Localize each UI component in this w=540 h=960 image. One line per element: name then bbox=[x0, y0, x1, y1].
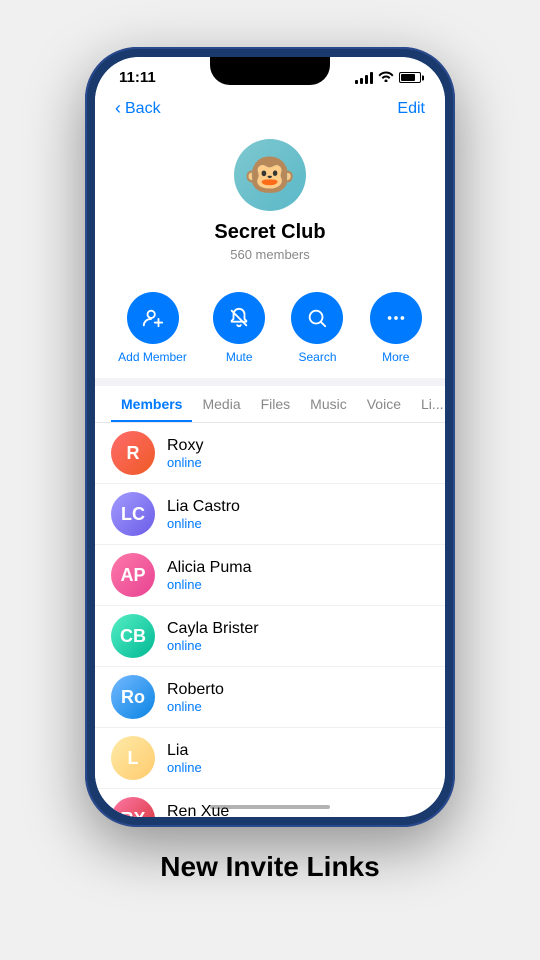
member-row[interactable]: AP Alicia Puma online bbox=[95, 545, 445, 606]
tab-voice[interactable]: Voice bbox=[357, 386, 411, 422]
member-status: online bbox=[167, 638, 259, 653]
member-name: Alicia Puma bbox=[167, 559, 251, 577]
tab-music[interactable]: Music bbox=[300, 386, 357, 422]
member-status: online bbox=[167, 699, 224, 714]
tab-files[interactable]: Files bbox=[251, 386, 301, 422]
tab-members[interactable]: Members bbox=[111, 386, 192, 422]
page-wrapper: 11:11 bbox=[0, 0, 540, 960]
back-label: Back bbox=[125, 100, 161, 118]
more-button[interactable]: More bbox=[370, 292, 422, 364]
phone-inner: 11:11 bbox=[95, 57, 445, 817]
add-member-icon-circle bbox=[127, 292, 179, 344]
search-label: Search bbox=[298, 350, 336, 364]
member-info: Lia Castro online bbox=[167, 498, 240, 531]
member-avatar: LC bbox=[111, 492, 155, 536]
group-avatar: 🐵 bbox=[234, 139, 306, 211]
member-status: online bbox=[167, 455, 203, 470]
member-info: Alicia Puma online bbox=[167, 559, 251, 592]
signal-icon bbox=[355, 72, 373, 84]
member-info: Lia online bbox=[167, 742, 202, 775]
group-avatar-emoji: 🐵 bbox=[244, 154, 296, 196]
search-button[interactable]: Search bbox=[291, 292, 343, 364]
status-time: 11:11 bbox=[119, 69, 156, 86]
add-member-label: Add Member bbox=[118, 350, 187, 364]
back-chevron-icon: ‹ bbox=[115, 98, 121, 119]
member-info: Roberto online bbox=[167, 681, 224, 714]
edit-button[interactable]: Edit bbox=[397, 100, 425, 118]
member-avatar: L bbox=[111, 736, 155, 780]
mute-label: Mute bbox=[226, 350, 253, 364]
member-name: Lia Castro bbox=[167, 498, 240, 516]
back-button[interactable]: ‹ Back bbox=[115, 98, 161, 119]
member-name: Lia bbox=[167, 742, 202, 760]
mute-button[interactable]: Mute bbox=[213, 292, 265, 364]
member-info: Cayla Brister online bbox=[167, 620, 259, 653]
member-status: online bbox=[167, 760, 202, 775]
member-avatar: R bbox=[111, 431, 155, 475]
home-indicator bbox=[210, 805, 330, 809]
member-avatar: RX bbox=[111, 797, 155, 817]
member-row[interactable]: CB Cayla Brister online bbox=[95, 606, 445, 667]
notch bbox=[210, 57, 330, 85]
more-label: More bbox=[382, 350, 409, 364]
status-icons bbox=[355, 70, 421, 85]
member-row[interactable]: Ro Roberto online bbox=[95, 667, 445, 728]
group-info: 🐵 Secret Club 560 members bbox=[95, 127, 445, 278]
member-status: online bbox=[167, 577, 251, 592]
member-row[interactable]: RX Ren Xue online bbox=[95, 789, 445, 817]
battery-icon bbox=[399, 72, 421, 83]
search-icon-circle bbox=[291, 292, 343, 344]
mute-icon-circle bbox=[213, 292, 265, 344]
wifi-icon bbox=[378, 70, 394, 85]
member-name: Roberto bbox=[167, 681, 224, 699]
tabs-bar: Members Media Files Music Voice Li... bbox=[95, 386, 445, 423]
member-row[interactable]: L Lia online bbox=[95, 728, 445, 789]
action-buttons: Add Member Mute bbox=[95, 278, 445, 378]
group-name: Secret Club bbox=[214, 221, 325, 244]
member-info: Roxy online bbox=[167, 437, 203, 470]
nav-bar: ‹ Back Edit bbox=[95, 90, 445, 127]
member-row[interactable]: LC Lia Castro online bbox=[95, 484, 445, 545]
more-icon-circle bbox=[370, 292, 422, 344]
group-members-count: 560 members bbox=[230, 247, 309, 262]
tab-media[interactable]: Media bbox=[192, 386, 250, 422]
tab-links[interactable]: Li... bbox=[411, 386, 445, 422]
add-member-button[interactable]: Add Member bbox=[118, 292, 187, 364]
member-avatar: Ro bbox=[111, 675, 155, 719]
bottom-label: New Invite Links bbox=[160, 851, 379, 883]
member-row[interactable]: R Roxy online bbox=[95, 423, 445, 484]
member-name: Cayla Brister bbox=[167, 620, 259, 638]
member-avatar: AP bbox=[111, 553, 155, 597]
member-name: Roxy bbox=[167, 437, 203, 455]
members-list: R Roxy online LC Lia Castro online bbox=[95, 423, 445, 817]
section-divider bbox=[95, 378, 445, 386]
member-avatar: CB bbox=[111, 614, 155, 658]
phone-frame: 11:11 bbox=[85, 47, 455, 827]
member-status: online bbox=[167, 516, 240, 531]
